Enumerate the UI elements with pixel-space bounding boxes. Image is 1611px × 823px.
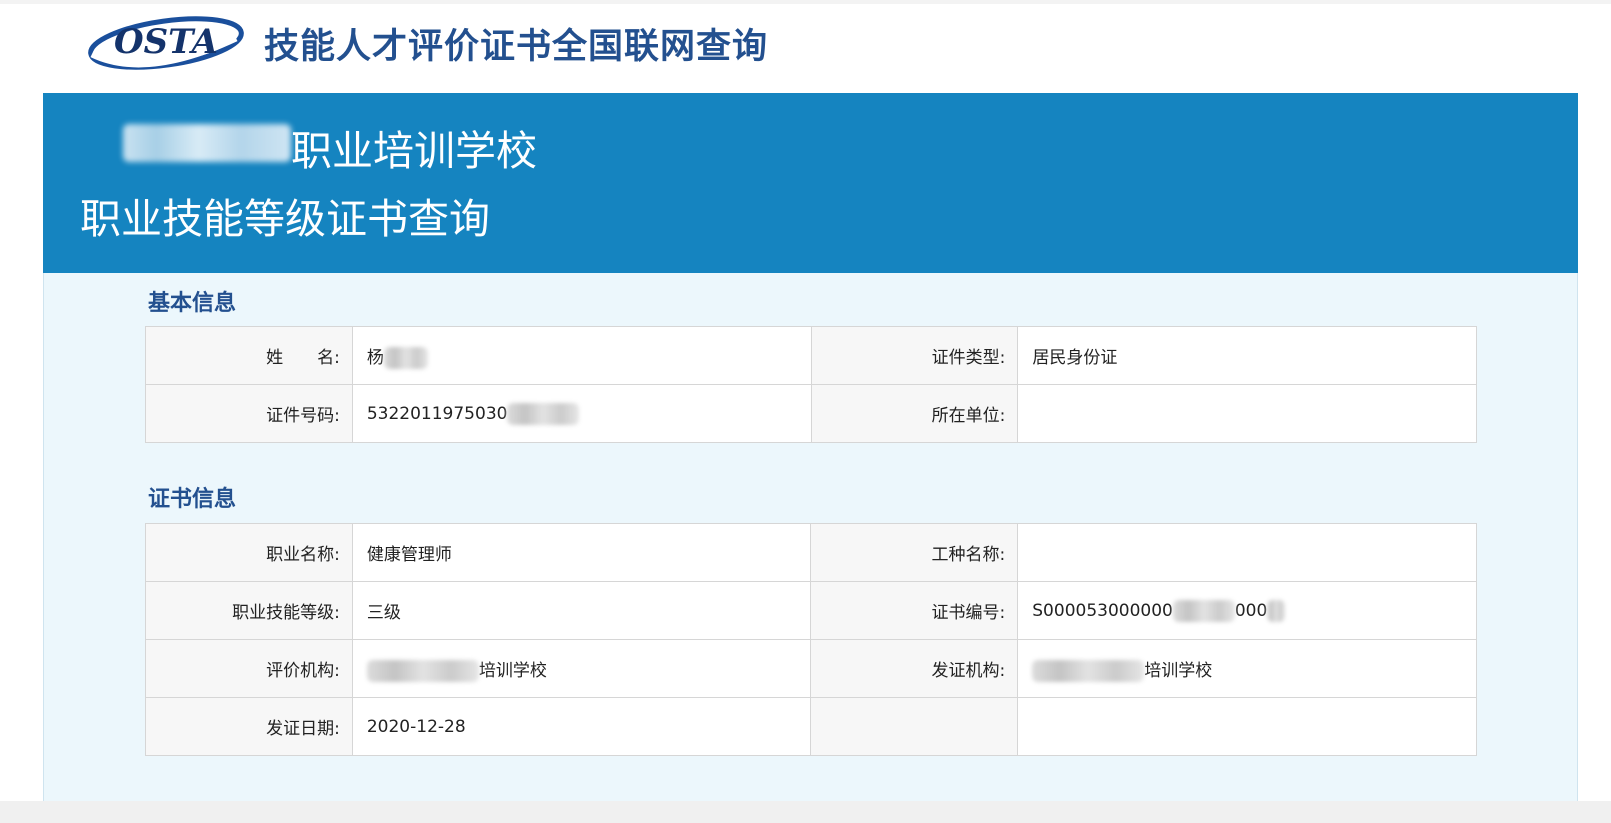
banner: 职业培训学校 职业技能等级证书查询 [43, 93, 1578, 273]
redacted-evaluator [366, 659, 479, 682]
evaluator-value-cell: 培训学校 [351, 639, 812, 698]
occupation-label: 职业名称: [145, 523, 353, 582]
evaluator-label: 评价机构: [145, 639, 353, 698]
issue-date-value: 2020-12-28 [351, 697, 812, 756]
table-row: 职业名称: 健康管理师 工种名称: [145, 523, 1477, 582]
redacted-name [383, 346, 428, 369]
table-row: 职业技能等级: 三级 证书编号: S000053000000 000 [145, 581, 1477, 640]
id-number-value: 5322011975030 [366, 403, 508, 424]
cert-info-title: 证书信息 [148, 487, 237, 512]
content-panel: 基本信息 姓 名: 杨 证件类型: 居民身份证 证件号码: 5322011975… [43, 273, 1578, 801]
page-subtitle: 职业技能等级证书查询 [80, 195, 490, 243]
bottom-strip [0, 801, 1611, 823]
level-label: 职业技能等级: [145, 581, 353, 640]
id-number-label: 证件号码: [145, 384, 353, 443]
empty-value-cell [1017, 697, 1477, 756]
redacted-issuer [1032, 659, 1145, 682]
site-header: OSTA 技能人才评价证书全国联网查询 [0, 4, 1611, 92]
job-type-label: 工种名称: [810, 523, 1019, 582]
empty-label-cell [810, 697, 1019, 756]
table-row: 发证日期: 2020-12-28 [145, 697, 1477, 756]
osta-logo[interactable]: OSTA [86, 10, 246, 72]
redacted-school-name [123, 124, 291, 162]
issuer-value: 培训学校 [1144, 660, 1213, 681]
cert-number-prefix: S000053000000 [1032, 600, 1173, 621]
table-row: 证件号码: 5322011975030 所在单位: [145, 384, 1477, 443]
cert-number-value-cell: S000053000000 000 [1017, 581, 1477, 640]
cert-number-label: 证书编号: [810, 581, 1019, 640]
issuer-label: 发证机构: [810, 639, 1019, 698]
basic-info-table: 姓 名: 杨 证件类型: 居民身份证 证件号码: 5322011975030 所… [145, 326, 1477, 443]
redacted-cert-number-tail [1267, 599, 1286, 622]
level-value: 三级 [351, 581, 812, 640]
redacted-id-number [507, 402, 580, 425]
job-type-value [1017, 523, 1477, 582]
table-row: 评价机构: 培训学校 发证机构: 培训学校 [145, 639, 1477, 698]
logo-text: OSTA [114, 22, 218, 62]
basic-info-title: 基本信息 [148, 291, 237, 316]
id-number-value-cell: 5322011975030 [351, 384, 812, 443]
name-label: 姓 名: [145, 326, 353, 385]
issue-date-label: 发证日期: [145, 697, 353, 756]
name-value: 杨 [366, 347, 384, 368]
issuer-value-cell: 培训学校 [1017, 639, 1477, 698]
employer-label: 所在单位: [810, 384, 1019, 443]
school-name: 职业培训学校 [291, 127, 537, 175]
table-row: 姓 名: 杨 证件类型: 居民身份证 [145, 326, 1477, 385]
id-type-label: 证件类型: [810, 326, 1019, 385]
occupation-value: 健康管理师 [351, 523, 812, 582]
name-value-cell: 杨 [351, 326, 812, 385]
redacted-cert-number [1172, 599, 1235, 622]
employer-value [1017, 384, 1477, 443]
site-title: 技能人才评价证书全国联网查询 [264, 27, 769, 67]
id-type-value: 居民身份证 [1017, 326, 1477, 385]
cert-number-suffix: 000 [1234, 600, 1268, 621]
evaluator-value: 培训学校 [478, 660, 547, 681]
cert-info-table: 职业名称: 健康管理师 工种名称: 职业技能等级: 三级 证书编号: S0000… [145, 523, 1477, 756]
